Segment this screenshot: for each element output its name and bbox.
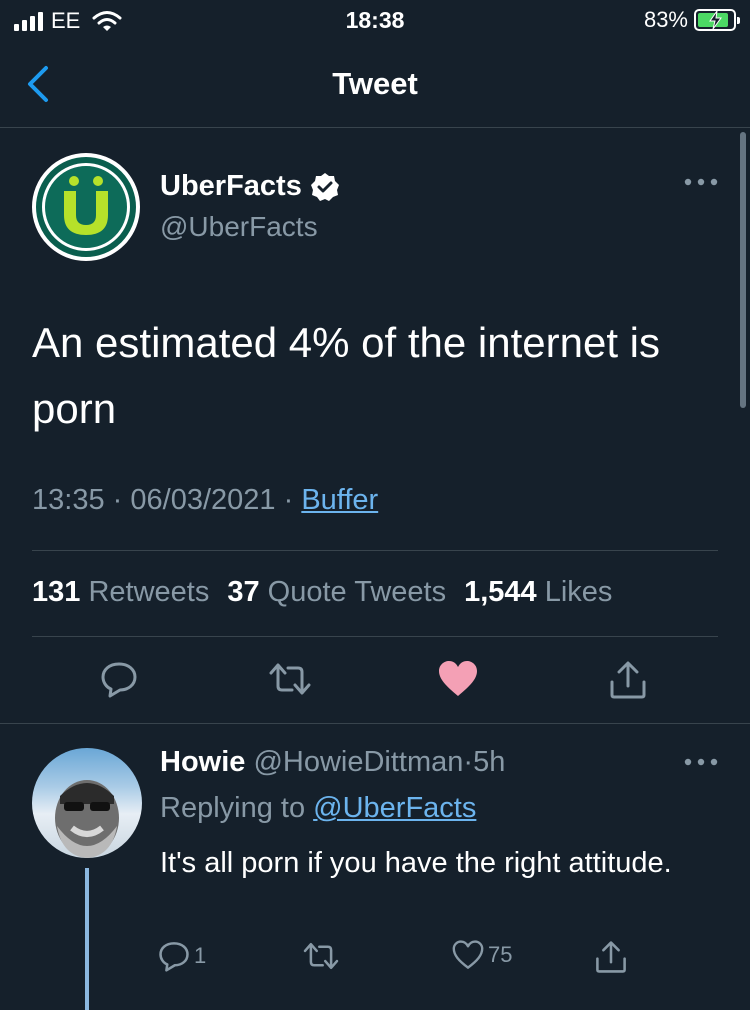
battery-charging-icon <box>694 9 740 31</box>
avatar-photo <box>55 780 119 858</box>
reply-author-avatar[interactable] <box>32 748 142 858</box>
retweet-icon[interactable] <box>302 940 340 972</box>
retweets-stat[interactable]: 131 Retweets <box>32 576 209 609</box>
reply-author-name[interactable]: Howie <box>160 746 245 778</box>
reply-like-button[interactable]: 75 <box>452 940 512 970</box>
meta-separator: · <box>112 484 123 516</box>
share-icon[interactable] <box>608 660 648 700</box>
reply-count: 1 <box>194 943 207 968</box>
share-icon[interactable] <box>594 940 628 974</box>
author-name[interactable]: UberFacts <box>160 170 340 203</box>
status-bar: EE 18:38 83% <box>0 0 750 44</box>
reply-author-handle[interactable]: @HowieDittman <box>253 746 463 778</box>
author-handle[interactable]: @UberFacts <box>160 211 318 243</box>
tweet-stats: 131 Retweets 37 Quote Tweets 1,544 Likes <box>32 576 612 609</box>
tweet-time: 13:35 <box>32 484 105 516</box>
author-avatar[interactable] <box>32 153 140 261</box>
reply-icon[interactable] <box>100 660 138 698</box>
page-title: Tweet <box>332 66 418 101</box>
like-count: 75 <box>488 942 513 967</box>
battery-percent: 83% <box>643 7 688 32</box>
reply-icon <box>159 942 189 972</box>
tweet-text: An estimated 4% of the internet is porn <box>32 319 661 432</box>
reply-more-options-icon[interactable] <box>684 756 718 768</box>
quote-tweets-stat[interactable]: 37 Quote Tweets <box>227 576 446 609</box>
meta-separator: · <box>283 484 294 516</box>
heart-outline-icon <box>452 940 484 969</box>
status-time: 18:38 <box>345 7 405 33</box>
likes-stat[interactable]: 1,544 Likes <box>464 576 612 609</box>
tweet-source-link[interactable]: Buffer <box>301 484 378 516</box>
tweet-actions <box>0 660 750 710</box>
reply-age: 5h <box>473 746 506 778</box>
scrollbar[interactable] <box>740 132 746 408</box>
tweet-date: 06/03/2021 <box>130 484 276 516</box>
reply-actions: 1 75 <box>0 940 750 980</box>
replying-to: Replying to @UberFacts <box>160 792 477 824</box>
more-options-icon[interactable] <box>684 176 718 188</box>
divider <box>32 550 718 551</box>
uberfacts-logo-icon <box>64 176 108 235</box>
reply-header: Howie @HowieDittman·5h <box>160 746 506 778</box>
divider <box>0 723 750 724</box>
replying-to-link[interactable]: @UberFacts <box>313 792 476 824</box>
reply-reply-button[interactable]: 1 <box>158 940 206 972</box>
retweet-icon[interactable] <box>268 660 312 698</box>
like-heart-filled-icon[interactable] <box>438 660 478 698</box>
nav-bar: Tweet <box>0 44 750 128</box>
verified-badge-icon <box>310 172 339 201</box>
tweet-meta: 13:35 · 06/03/2021 · Buffer <box>32 484 378 517</box>
reply-text: It's all porn if you have the right atti… <box>160 847 672 879</box>
thread-line <box>85 868 89 1010</box>
divider <box>32 636 718 637</box>
